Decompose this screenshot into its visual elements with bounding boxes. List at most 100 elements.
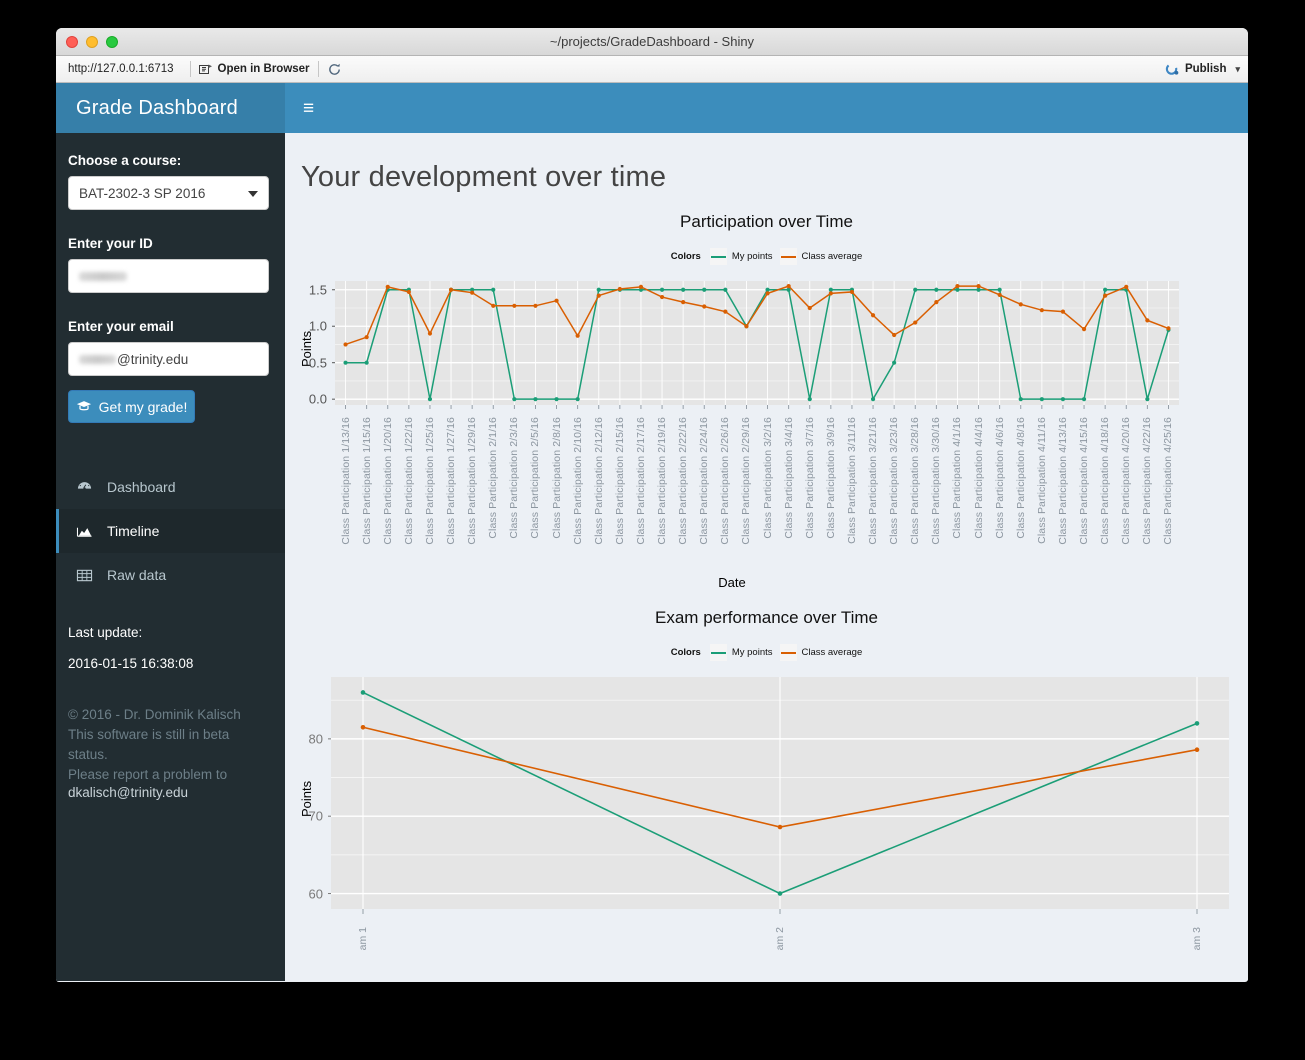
legend-key-class-average[interactable]: Class average	[779, 644, 862, 661]
legend-label: My points	[731, 647, 773, 658]
y-tick-label: 70	[308, 808, 323, 824]
x-tick-label: Class Participation 3/23/16	[888, 417, 901, 545]
reload-button[interactable]	[327, 62, 342, 77]
chevron-down-icon	[248, 191, 258, 197]
hamburger-menu-icon[interactable]: ≡	[303, 99, 314, 118]
participation-plot-svg	[332, 281, 1179, 409]
sidebar-item-label: Raw data	[107, 567, 167, 583]
brand-title[interactable]: Grade Dashboard	[56, 83, 285, 133]
x-tick-label: Class Participation 2/22/16	[677, 417, 690, 545]
id-label: Enter your ID	[68, 236, 153, 251]
x-tick-label: Class Participation 3/4/16	[782, 417, 795, 539]
sidebar-item-dashboard[interactable]: Dashboard	[56, 465, 285, 509]
exam-plot: Points 60 70 80 am 1 am 2 am 3	[285, 671, 1248, 981]
x-tick-label: Class Participation 2/10/16	[571, 417, 584, 545]
sidebar-item-raw-data[interactable]: Raw data	[56, 553, 285, 597]
course-select-value: BAT-2302-3 SP 2016	[79, 185, 206, 201]
x-tick-label: Class Participation 1/29/16	[466, 417, 479, 545]
chevron-down-icon[interactable]: ▾	[1235, 64, 1240, 75]
top-header-bar: ≡	[285, 83, 1248, 133]
contact-email[interactable]: dkalisch@trinity.edu	[68, 785, 271, 800]
get-my-grade-label: Get my grade!	[98, 398, 188, 415]
x-tick-label: Class Participation 4/22/16	[1141, 417, 1154, 545]
x-tick-label: Class Participation 2/5/16	[529, 417, 542, 539]
chart-legend: Colors My points Class average	[285, 248, 1248, 265]
page-title: Your development over time	[301, 161, 667, 193]
participation-plot: Points 0.0 0.5 1.0 1.5 Class Participation …	[285, 275, 1248, 567]
email-input[interactable]: @trinity.edu	[68, 342, 269, 376]
graduation-cap-icon	[76, 401, 91, 411]
x-tick-label: Class Participation 2/3/16	[508, 417, 521, 539]
sidebar-item-timeline[interactable]: Timeline	[56, 509, 285, 553]
get-my-grade-button[interactable]: Get my grade!	[68, 390, 195, 423]
legend-line-icon	[780, 651, 796, 654]
minimize-window-button[interactable]	[86, 35, 98, 48]
sidebar-item-label: Timeline	[107, 523, 160, 539]
x-tick-label: Class Participation 3/30/16	[930, 417, 943, 545]
x-tick-label: Class Participation 2/29/16	[740, 417, 753, 545]
participation-chart-block: Participation over Time Colors My points…	[285, 212, 1248, 590]
x-tick-label: Class Participation 2/12/16	[592, 417, 605, 545]
y-tick-label: 0.0	[308, 391, 327, 407]
publish-label: Publish	[1184, 63, 1227, 75]
legend-key-my-points[interactable]: My points	[709, 644, 773, 661]
x-tick-label: Class Participation 1/25/16	[423, 417, 436, 545]
close-window-button[interactable]	[66, 35, 78, 48]
x-tick-label: Class Participation 3/2/16	[761, 417, 774, 539]
x-axis-label: Date	[718, 575, 746, 590]
x-tick-label: Class Participation 1/27/16	[445, 417, 458, 545]
x-tick-label: Class Participation 3/7/16	[803, 417, 816, 539]
x-tick-label: Class Participation 3/9/16	[824, 417, 837, 539]
x-tick-label: Class Participation 2/15/16	[613, 417, 626, 545]
x-tick-label: Class Participation 4/11/16	[1035, 417, 1048, 544]
window-controls[interactable]	[56, 35, 118, 48]
toolbar-divider-1	[189, 61, 191, 77]
y-tick-label: 0.5	[308, 355, 327, 371]
open-in-browser-button[interactable]: Open in Browser	[198, 63, 310, 76]
x-tick-label: Class Participation 1/20/16	[381, 417, 394, 545]
x-tick-label: Class Participation 3/28/16	[909, 417, 922, 545]
sidebar-footer: Last update: 2016-01-15 16:38:08 © 2016 …	[56, 597, 285, 800]
toolbar-divider-2	[317, 61, 319, 77]
y-tick-label: 80	[308, 731, 323, 747]
x-tick-label: Class Participation 2/24/16	[698, 417, 711, 545]
legend-label: Class average	[801, 251, 863, 262]
copyright-text: © 2016 - Dr. Dominik Kalisch	[68, 707, 241, 722]
x-tick-label: Class Participation 4/13/16	[1056, 417, 1069, 545]
legend-label: My points	[731, 251, 773, 262]
publish-icon	[1165, 62, 1179, 75]
timeline-icon	[75, 524, 93, 539]
x-tick-label: Class Participation 4/15/16	[1078, 417, 1091, 545]
table-icon	[75, 568, 93, 583]
dashboard-root: Grade Dashboard Choose a course: BAT-230…	[56, 83, 1248, 981]
x-tick-label: Class Participation 3/11/16	[845, 417, 858, 544]
browser-toolbar: http://127.0.0.1:6713 Open in Browser Pu…	[56, 56, 1248, 83]
x-tick-label: Class Participation 1/22/16	[402, 417, 415, 545]
window-title-bar: ~/projects/GradeDashboard - Shiny	[56, 28, 1248, 56]
url-text[interactable]: http://127.0.0.1:6713	[64, 63, 182, 75]
y-tick-label: 60	[308, 886, 323, 902]
course-select[interactable]: BAT-2302-3 SP 2016	[68, 176, 269, 210]
y-tick-label: 1.5	[308, 282, 327, 298]
application-window: ~/projects/GradeDashboard - Shiny http:/…	[56, 28, 1248, 982]
publish-button[interactable]: Publish ▾	[1165, 62, 1240, 77]
x-tick-label: Class Participation 4/6/16	[993, 417, 1006, 539]
sidebar: Grade Dashboard Choose a course: BAT-230…	[56, 83, 285, 981]
legend-key-my-points[interactable]: My points	[709, 248, 773, 265]
beta-note: This software is still in beta status.	[68, 727, 230, 762]
x-tick-label: Class Participation 4/25/16	[1162, 417, 1175, 545]
x-tick-label: Class Participation 4/20/16	[1120, 417, 1133, 545]
x-tick-label: Class Participation 4/18/16	[1099, 417, 1112, 545]
id-redacted-value	[79, 271, 127, 281]
legend-key-class-average[interactable]: Class average	[779, 248, 863, 265]
x-tick-label: Class Participation 3/21/16	[867, 417, 880, 545]
email-label: Enter your email	[68, 319, 174, 334]
chart-title: Exam performance over Time	[655, 608, 878, 627]
legend-swatch-orange	[779, 248, 797, 265]
legend-swatch-green	[709, 644, 727, 661]
refresh-icon	[328, 63, 340, 75]
x-tick-label: Class Participation 1/15/16	[360, 417, 373, 545]
id-input[interactable]	[68, 259, 269, 293]
window-title: ~/projects/GradeDashboard - Shiny	[549, 34, 755, 49]
maximize-window-button[interactable]	[106, 35, 118, 48]
